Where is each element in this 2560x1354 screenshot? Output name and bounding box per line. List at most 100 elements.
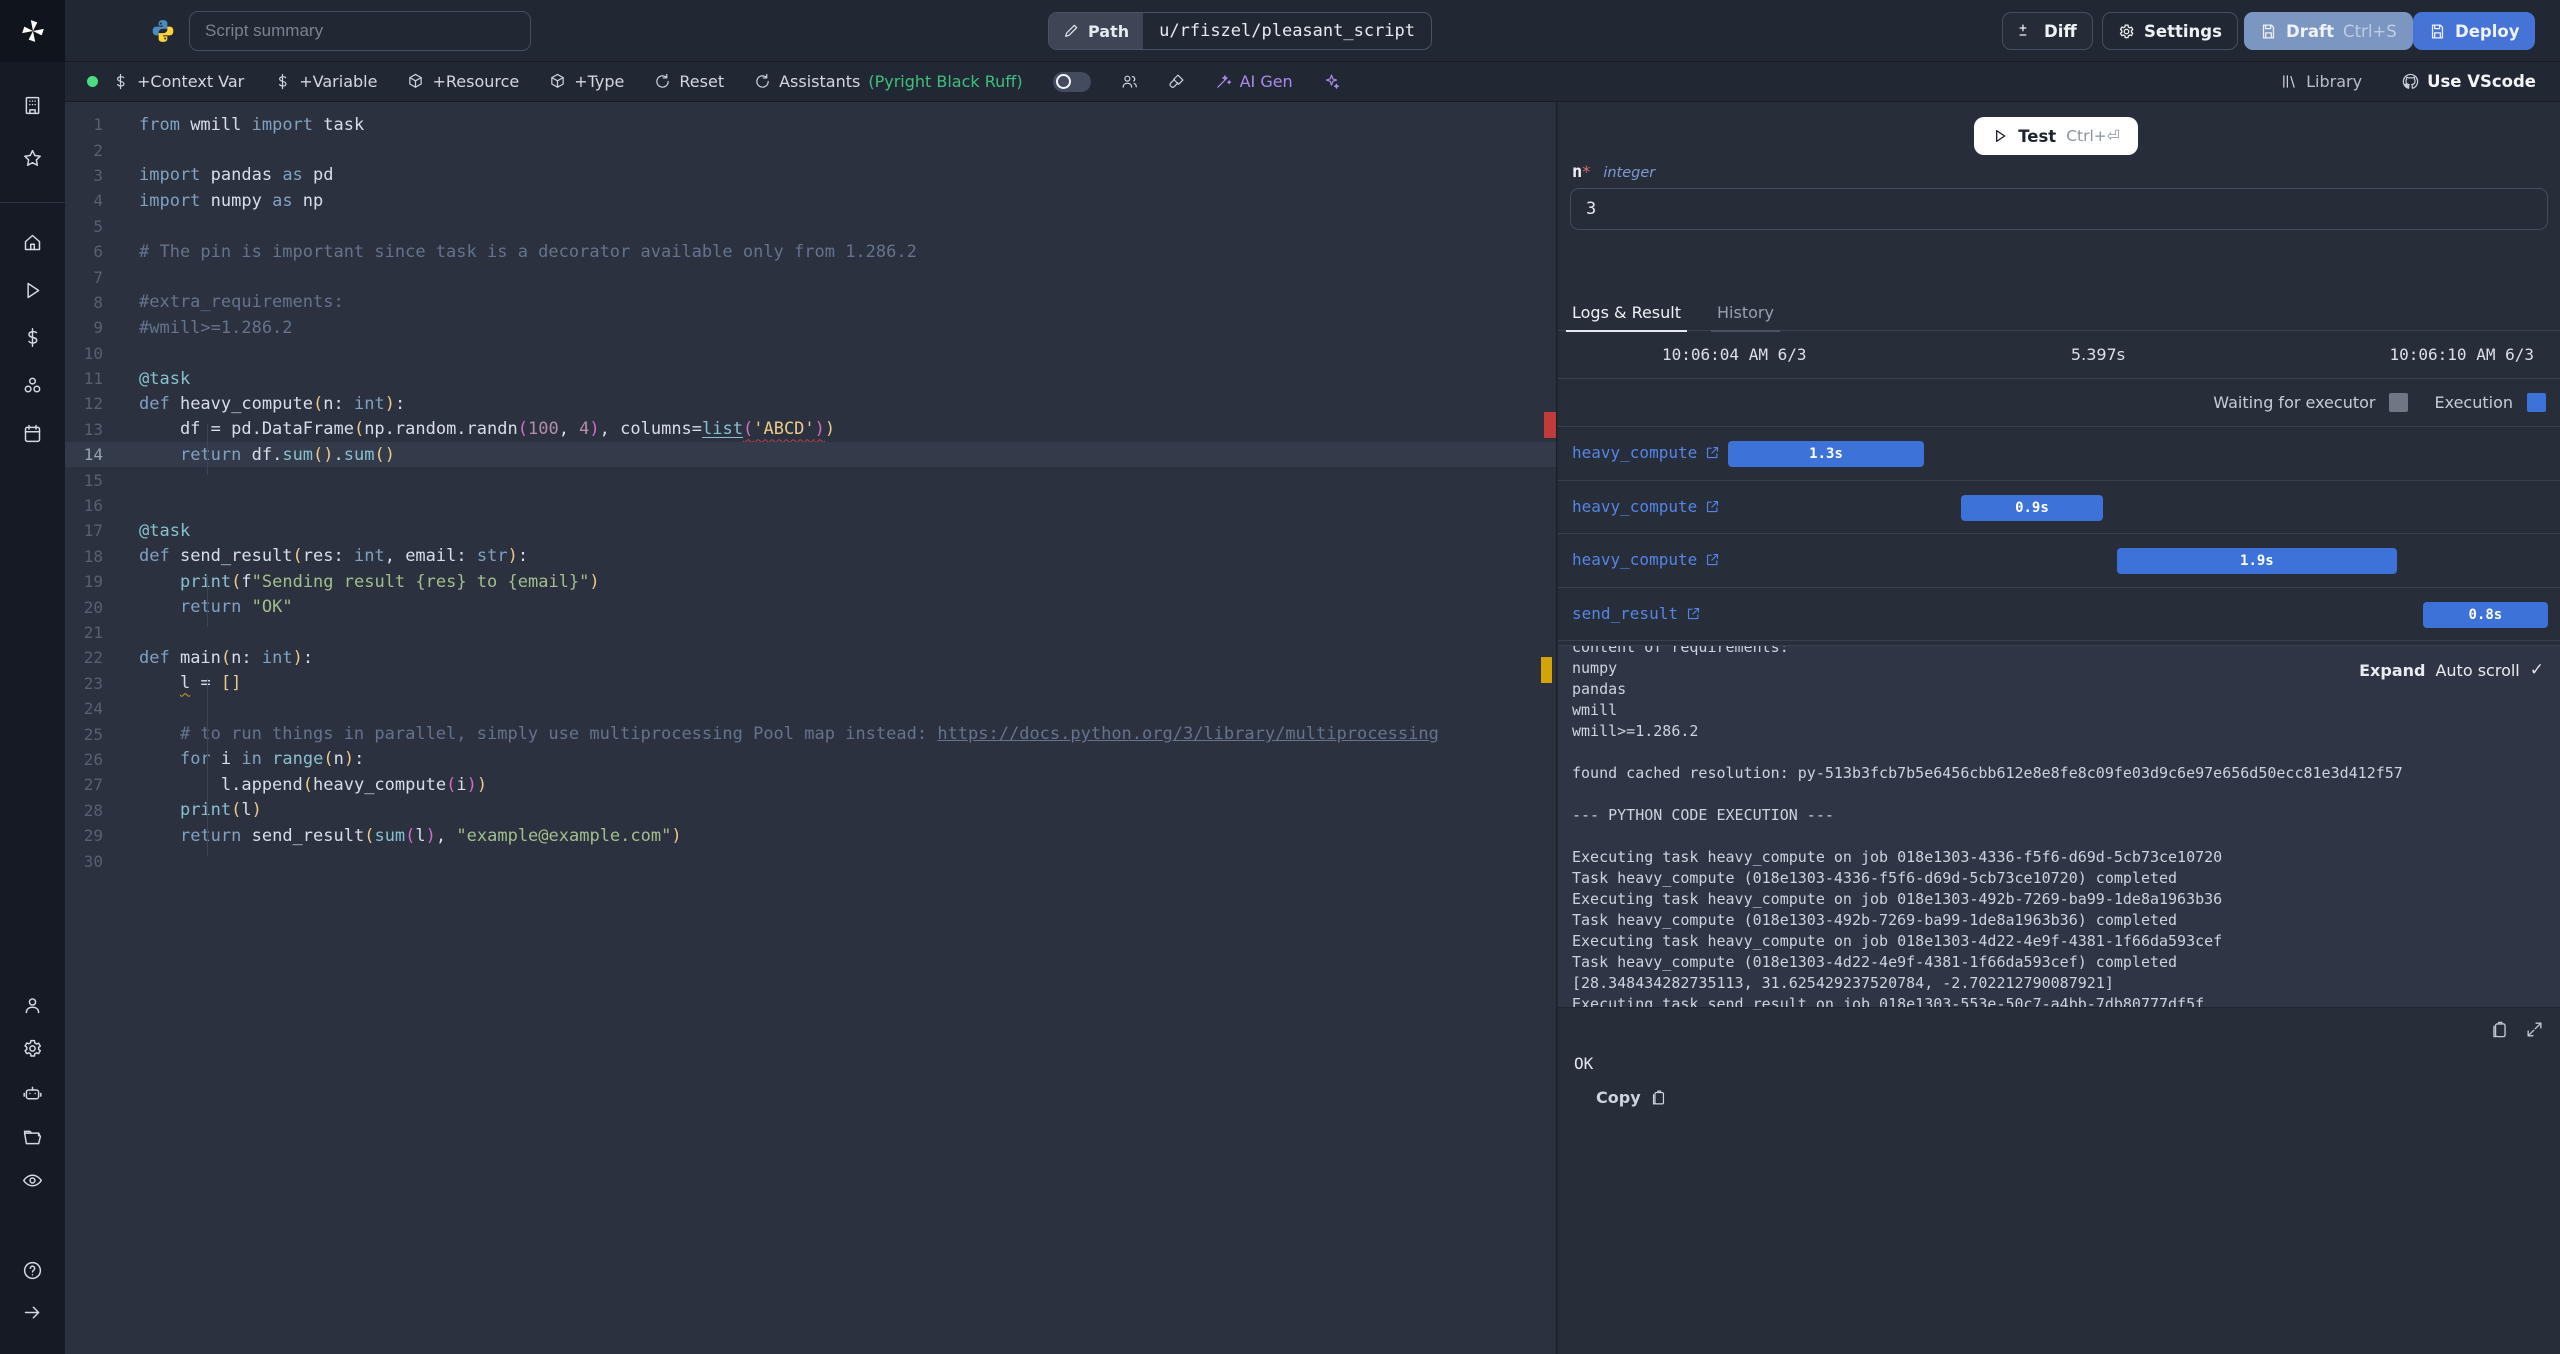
package-icon (551, 73, 565, 88)
line-content: return df.sum().sum() (179, 444, 396, 465)
add-resource-button[interactable]: +Resource (407, 72, 519, 91)
copy-result-button[interactable]: Copy (1596, 1088, 1667, 1107)
sidebar-help-button[interactable] (0, 1250, 65, 1290)
code-line-30[interactable]: 30 (65, 848, 1556, 873)
reset-button[interactable]: Reset (654, 72, 724, 91)
code-line-13[interactable]: 13 df = pd.DataFrame(np.random.randn(100… (65, 417, 1556, 442)
task-link-heavy_compute[interactable]: heavy_compute (1572, 550, 1720, 569)
draft-button[interactable]: Draft Ctrl+S (2244, 12, 2413, 50)
copy-label: Copy (1596, 1088, 1641, 1107)
sparkles-icon (1325, 74, 1339, 89)
assistants-button[interactable]: Assistants (Pyright Black Ruff) (754, 72, 1023, 91)
sidebar-robot-button[interactable] (0, 1073, 65, 1113)
log-line: --- PYTHON CODE EXECUTION --- (1572, 806, 1834, 824)
line-number: 10 (83, 343, 103, 363)
sidebar-gear-button[interactable] (0, 1028, 65, 1068)
sidebar-star-button[interactable] (0, 138, 65, 178)
code-line-24[interactable]: 24 (65, 696, 1556, 721)
code-line-12[interactable]: 12 def heavy_compute(n: int): (65, 391, 1556, 416)
sparkles-button[interactable] (1323, 73, 1340, 90)
script-summary-input[interactable] (189, 11, 531, 51)
code-line-17[interactable]: 17 @task (65, 518, 1556, 543)
code-line-15[interactable]: 15 (65, 467, 1556, 492)
code-line-20[interactable]: 20 return "OK" (65, 594, 1556, 619)
code-line-4[interactable]: 4 import numpy as np (65, 188, 1556, 213)
code-line-8[interactable]: 8 #extra_requirements: (65, 290, 1556, 315)
format-brush-button[interactable] (1168, 73, 1185, 90)
code-line-3[interactable]: 3 import pandas as pd (65, 163, 1556, 188)
use-vscode-button[interactable]: Use VScode (2402, 72, 2536, 91)
logs-expand-button[interactable]: Expand (2359, 661, 2425, 680)
argument-n-input[interactable] (1570, 188, 2548, 230)
sidebar-folder-button[interactable] (0, 1117, 65, 1157)
code-line-29[interactable]: 29 return send_result(sum(l), "example@e… (65, 823, 1556, 848)
task-link-send_result[interactable]: send_result (1572, 604, 1701, 623)
code-editor[interactable]: 1 from wmill import task 2 3 import pandas a… (65, 102, 1557, 1354)
logs-autoscroll-label[interactable]: Auto scroll (2435, 661, 2519, 680)
indent-guide (207, 576, 208, 627)
logs-viewport[interactable]: content of requirements: numpy pandas wmill… (1558, 645, 2560, 1008)
sidebar-resources-button[interactable] (0, 365, 65, 405)
task-link-heavy_compute[interactable]: heavy_compute (1572, 497, 1720, 516)
tab-logs-result[interactable]: Logs & Result (1566, 295, 1687, 332)
line-number: 28 (83, 800, 103, 820)
library-button[interactable]: Library (2281, 72, 2362, 91)
code-line-7[interactable]: 7 (65, 264, 1556, 289)
code-line-1[interactable]: 1 from wmill import task (65, 112, 1556, 137)
resources-icon (24, 377, 41, 393)
add-type-button[interactable]: +Type (549, 72, 624, 91)
code-line-28[interactable]: 28 print(l) (65, 798, 1556, 823)
code-line-21[interactable]: 21 (65, 620, 1556, 645)
sidebar-calendar-button[interactable] (0, 413, 65, 453)
code-line-23[interactable]: 23 l = [] (65, 671, 1556, 696)
sidebar-user-button[interactable] (0, 985, 65, 1025)
log-line: Executing task heavy_compute on job 018e… (1572, 890, 2223, 908)
sidebar-divider (0, 202, 65, 203)
fullscreen-icon[interactable] (2525, 1020, 2544, 1039)
copy-clipboard-icon[interactable] (2490, 1020, 2509, 1039)
code-line-26[interactable]: 26 for i in range(n): (65, 747, 1556, 772)
ai-gen-button[interactable]: AI Gen (1215, 72, 1293, 91)
users-icon (1122, 75, 1137, 88)
line-number: 14 (83, 445, 103, 465)
sidebar-play-button[interactable] (0, 270, 65, 310)
code-line-11[interactable]: 11 @task (65, 366, 1556, 391)
code-line-9[interactable]: 9 #wmill>=1.286.2 (65, 315, 1556, 340)
line-content: for i in range(n): (179, 749, 365, 770)
toggle-switch[interactable] (1052, 71, 1091, 92)
home-icon (24, 234, 41, 250)
test-button[interactable]: Test Ctrl+⏎ (1974, 117, 2138, 155)
code-line-5[interactable]: 5 (65, 214, 1556, 239)
task-link-heavy_compute[interactable]: heavy_compute (1572, 443, 1720, 462)
line-number: 24 (83, 699, 103, 719)
sidebar-arrow-right-button[interactable] (0, 1292, 65, 1332)
add-variable-button[interactable]: +Variable (274, 72, 377, 91)
deploy-button[interactable]: Deploy (2413, 12, 2536, 50)
script-path-chip[interactable]: Path u/rfiszel/pleasant_script (1048, 12, 1433, 50)
line-content: def main(n: int): (139, 647, 314, 668)
add-context-var-button[interactable]: +Context Var (112, 72, 244, 91)
code-line-19[interactable]: 19 print(f"Sending result {res} to {emai… (65, 569, 1556, 594)
windmill-logo[interactable] (0, 0, 65, 62)
sidebar-home-button[interactable] (0, 222, 65, 262)
code-line-10[interactable]: 10 (65, 341, 1556, 366)
deploy-label: Deploy (2455, 21, 2520, 41)
code-line-25[interactable]: 25 # to run things in parallel, simply u… (65, 721, 1556, 746)
sidebar-building-button[interactable] (0, 85, 65, 125)
code-line-14[interactable]: 14 return df.sum().sum() (65, 442, 1556, 468)
code-line-16[interactable]: 16 (65, 493, 1556, 518)
tab-history[interactable]: History (1711, 295, 1780, 332)
settings-button[interactable]: Settings (2102, 12, 2238, 50)
plus-minus-icon (2019, 23, 2027, 36)
code-line-22[interactable]: 22 def main(n: int): (65, 645, 1556, 670)
code-line-2[interactable]: 2 (65, 137, 1556, 162)
code-line-18[interactable]: 18 def send_result(res: int, email: str): (65, 544, 1556, 569)
code-line-6[interactable]: 6 # The pin is important since task is a … (65, 239, 1556, 264)
sidebar-eye-button[interactable] (0, 1160, 65, 1200)
diff-button[interactable]: Diff (2002, 12, 2093, 50)
sidebar-dollar-button[interactable] (0, 317, 65, 357)
code-line-27[interactable]: 27 l.append(heavy_compute(i)) (65, 772, 1556, 797)
dollar-icon (28, 327, 38, 347)
collaborators-button[interactable] (1121, 73, 1138, 90)
